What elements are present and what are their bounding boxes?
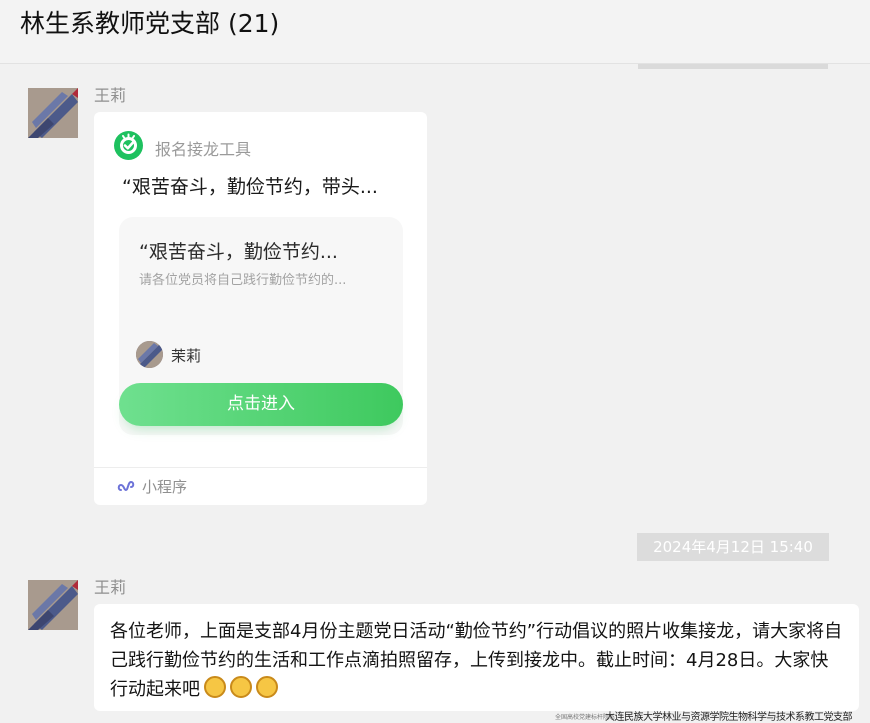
avatar-fan-image [28, 580, 78, 630]
mini-program-label: 小程序 [142, 478, 188, 496]
message-timestamp: 2024年4月12日 15:40 [637, 533, 829, 561]
creator-avatar [136, 341, 163, 368]
sender-avatar[interactable] [28, 580, 78, 630]
signup-tool-icon [114, 131, 143, 160]
fist-emoji-icon [204, 676, 226, 698]
chat-header: 林生系教师党支部 (21) [0, 0, 870, 64]
fist-emoji-icon [230, 676, 252, 698]
chat-title: 林生系教师党支部 (21) [20, 9, 280, 38]
sender-name: 王莉 [94, 86, 127, 105]
signup-preview[interactable]: “艰苦奋斗，勤俭节约... 请各位党员将自己践行勤俭节约的... 茉莉 点击进入 [119, 217, 403, 435]
sender-avatar[interactable] [28, 88, 78, 138]
fist-emoji-icon [256, 676, 278, 698]
enter-button[interactable]: 点击进入 [119, 383, 403, 426]
sender-name: 王莉 [94, 578, 127, 597]
preview-title: “艰苦奋斗，勤俭节约... [139, 241, 338, 263]
text-message-bubble[interactable]: 各位老师，上面是支部4月份主题党日活动“勤俭节约”行动倡议的照片收集接龙，请大家… [94, 604, 859, 711]
mini-program-card[interactable]: 报名接龙工具 “艰苦奋斗，勤俭节约，带头... “艰苦奋斗，勤俭节约... 请各… [94, 112, 427, 505]
card-title: “艰苦奋斗，勤俭节约，带头... [122, 176, 378, 198]
watermark: 大连民族大学林业与资源学院生物科学与技术系教工党支部 [605, 712, 853, 723]
card-divider [94, 467, 427, 468]
mini-program-icon [117, 480, 135, 492]
creator-name: 茉莉 [171, 347, 202, 365]
avatar-fan-image [28, 88, 78, 138]
tool-name: 报名接龙工具 [155, 140, 252, 159]
preview-description: 请各位党员将自己践行勤俭节约的... [139, 273, 347, 288]
previous-message-edge [638, 64, 828, 69]
